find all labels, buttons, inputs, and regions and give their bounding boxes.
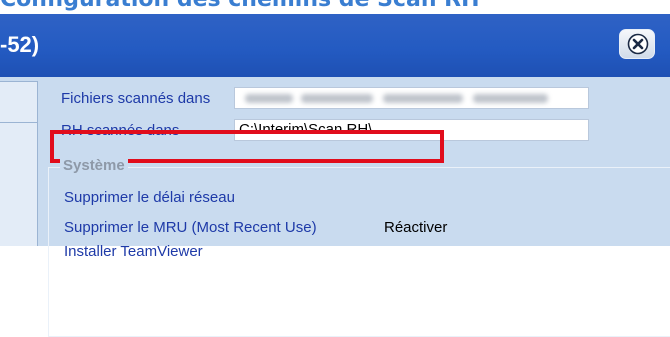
supprimer-mru-link[interactable]: Supprimer le MRU (Most Recent Use) (64, 219, 317, 236)
close-button[interactable] (619, 29, 655, 59)
redacted-segment (245, 94, 293, 103)
fichiers-scannes-label: Fichiers scannés dans (61, 90, 211, 107)
title-bar: -52) (0, 14, 670, 77)
left-navigation-pane (0, 81, 38, 246)
dialog-window: -52) Fichiers scannés dans RH scannés da… (0, 14, 670, 337)
redacted-segment (301, 94, 373, 103)
dialog-body: Fichiers scannés dans RH scannés dans C:… (0, 77, 670, 337)
close-icon (627, 33, 649, 55)
window-title: -52) (0, 32, 40, 57)
redacted-segment (473, 94, 548, 103)
top-strip: Configuration des chemins de Scan RH (0, 0, 670, 14)
reactiver-link[interactable]: Réactiver (384, 219, 447, 236)
fichiers-scannes-field[interactable] (234, 87, 589, 109)
partial-heading: Configuration des chemins de Scan RH (0, 0, 480, 12)
left-pane-divider (0, 122, 37, 123)
supprimer-delai-reseau-link[interactable]: Supprimer le délai réseau (64, 189, 235, 206)
redacted-segment (383, 94, 463, 103)
systeme-group-title: Système (60, 157, 128, 174)
